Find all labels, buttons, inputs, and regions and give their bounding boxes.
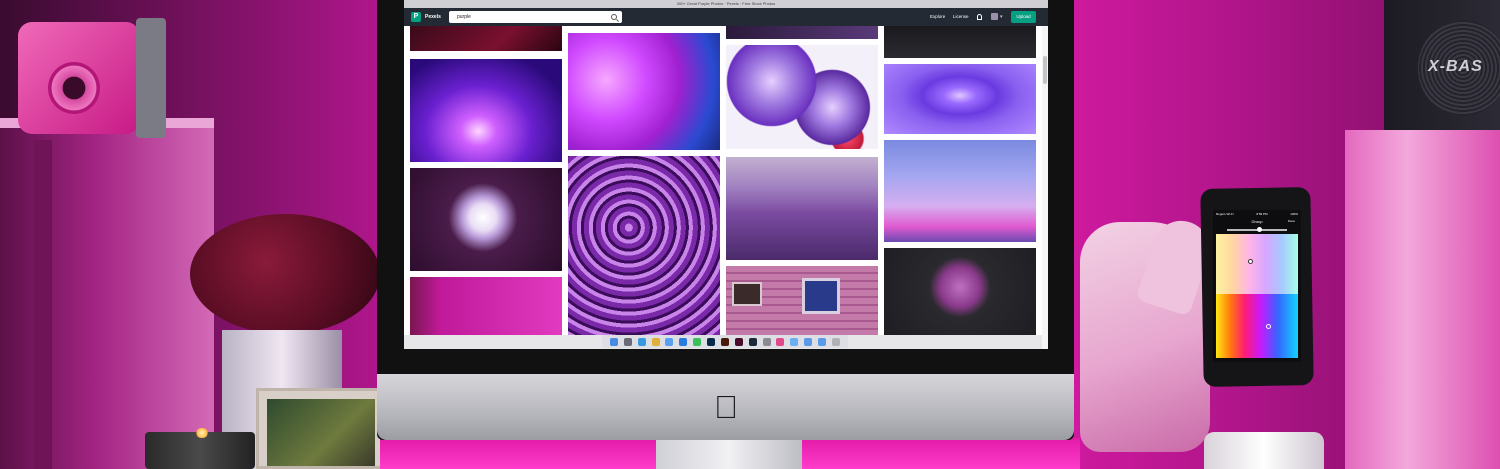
- phone-status-bar: Rogers Wi-Fi 8:59 PM 100%: [1216, 212, 1298, 216]
- candle-flame: [195, 428, 209, 438]
- imac-screen: 300+ Great Purple Photos · Pexels · Free…: [404, 0, 1048, 349]
- photo-card[interactable]: [726, 26, 878, 39]
- speaker-label: X-BAS: [1428, 58, 1483, 75]
- photoshop-icon[interactable]: [707, 337, 715, 346]
- color-picker-spectrum[interactable]: [1216, 294, 1298, 358]
- search-icon[interactable]: [611, 14, 617, 20]
- photo-card[interactable]: [568, 33, 720, 150]
- phone-screen: Rogers Wi-Fi 8:59 PM 100% Group Done: [1213, 210, 1301, 362]
- imac-stand: [656, 440, 802, 469]
- upload-button[interactable]: Upload: [1011, 11, 1036, 23]
- photo-card[interactable]: [726, 45, 878, 149]
- photo-card[interactable]: [802, 278, 840, 314]
- photo-card[interactable]: [726, 157, 878, 260]
- illustrator-icon[interactable]: [720, 337, 729, 346]
- mug: [1204, 432, 1324, 469]
- apple-logo: : [711, 390, 741, 424]
- chrome-icon[interactable]: [651, 337, 660, 346]
- avatar[interactable]: [991, 13, 998, 20]
- photo-card[interactable]: [884, 26, 1036, 58]
- trash-icon[interactable]: [831, 337, 840, 346]
- pexels-logo[interactable]: P: [411, 12, 421, 22]
- finder-icon[interactable]: [609, 337, 618, 346]
- left-cabinet: [0, 122, 214, 469]
- phone-done-button[interactable]: Done: [1288, 219, 1295, 223]
- color-picker-handle[interactable]: [1266, 324, 1271, 329]
- bell-icon[interactable]: [977, 14, 982, 20]
- camera-strap: [136, 18, 166, 138]
- photo-card[interactable]: [410, 168, 562, 271]
- lightroom-icon[interactable]: [748, 337, 757, 346]
- app-store-icon[interactable]: [679, 337, 688, 346]
- chevron-down-icon[interactable]: ▾: [1000, 13, 1003, 21]
- pexels-header: P Pexels purple Explore License ▾ Upload: [404, 8, 1048, 26]
- nav-explore-link[interactable]: Explore: [930, 12, 945, 22]
- photo-card[interactable]: [884, 64, 1036, 134]
- photo-card[interactable]: [732, 282, 762, 306]
- phone-carrier: Rogers Wi-Fi: [1216, 212, 1234, 216]
- mac-dock: [602, 335, 848, 348]
- photo-card[interactable]: [568, 156, 720, 335]
- safari-icon[interactable]: [637, 337, 646, 346]
- folder-icon[interactable]: [804, 337, 813, 346]
- photo-card[interactable]: [410, 277, 562, 335]
- indesign-icon[interactable]: [734, 337, 743, 346]
- messages-icon[interactable]: [693, 337, 702, 346]
- search-input-value: purple: [457, 14, 471, 20]
- itunes-icon[interactable]: [776, 337, 785, 346]
- photo-frame: [256, 388, 386, 469]
- photo-scene: X-BAS  300+ Great Purple Photos · Pexel…: [0, 0, 1500, 469]
- folder-icon[interactable]: [818, 337, 826, 346]
- cloud-icon[interactable]: [790, 337, 799, 346]
- brightness-slider-knob[interactable]: [1257, 227, 1262, 232]
- search-input[interactable]: purple: [449, 11, 622, 23]
- couple-photo: [267, 399, 375, 466]
- system-prefs-icon[interactable]: [762, 337, 771, 346]
- photo-card[interactable]: [884, 140, 1036, 242]
- camera-lens: [48, 62, 100, 114]
- right-cabinet: [1345, 130, 1500, 469]
- phone-battery: 100%: [1290, 212, 1298, 216]
- phone-time: 8:59 PM: [1256, 212, 1268, 216]
- scroll-thumb[interactable]: [1043, 56, 1047, 84]
- left-cabinet-door: [34, 140, 52, 469]
- nav-license-link[interactable]: License: [953, 12, 969, 22]
- pexels-brand[interactable]: Pexels: [425, 12, 441, 22]
- launchpad-icon[interactable]: [623, 337, 632, 346]
- photo-card[interactable]: [410, 59, 562, 162]
- photo-card[interactable]: [410, 26, 562, 51]
- scrollbar[interactable]: [1042, 26, 1048, 349]
- photo-card[interactable]: [884, 248, 1036, 335]
- mail-icon[interactable]: [665, 337, 674, 346]
- peony-bouquet: [190, 214, 380, 334]
- color-picker-handle[interactable]: [1248, 259, 1253, 264]
- browser-title: 300+ Great Purple Photos · Pexels · Free…: [404, 0, 1048, 8]
- photo-grid: [404, 26, 1042, 335]
